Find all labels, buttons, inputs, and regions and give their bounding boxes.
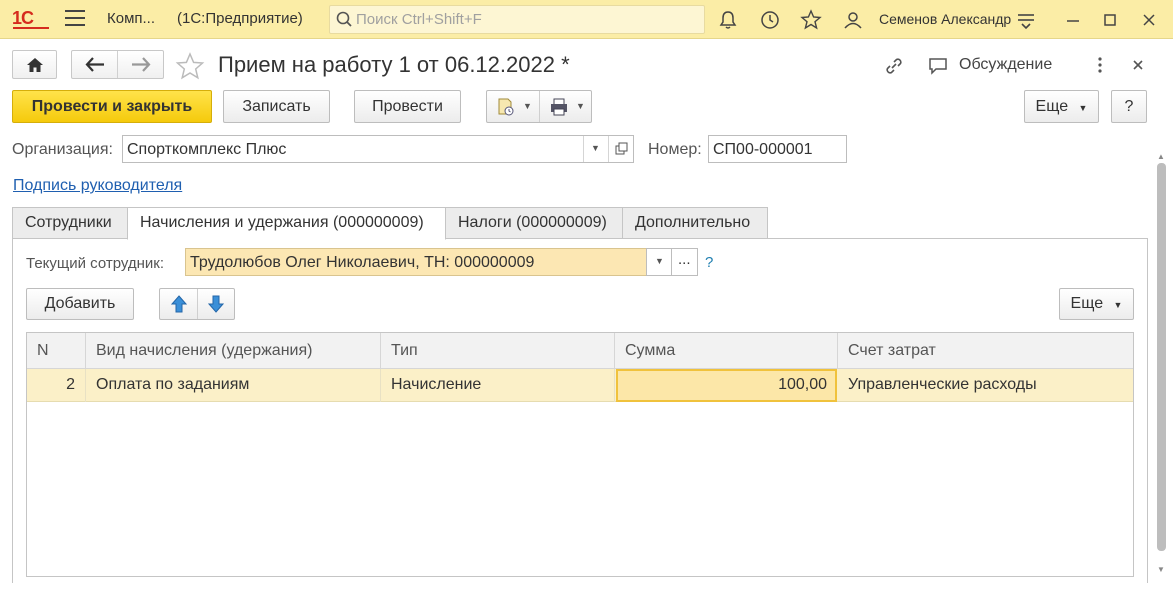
dropdown-arrow-icon: ▼ [1078,103,1088,113]
vertical-scrollbar[interactable] [1157,163,1166,551]
cell-n[interactable]: 2 [27,369,86,402]
scroll-down-arrow[interactable]: ▼ [1157,565,1165,574]
more-vertical-icon[interactable] [1092,56,1108,74]
app-name: Комп... [107,10,156,27]
cell-account[interactable]: Управленческие расходы [838,369,1133,402]
help-link[interactable]: ? [705,254,713,271]
arrow-down-icon [208,295,224,313]
organization-dropdown-button[interactable]: ▼ [583,136,607,162]
printer-icon [551,98,567,116]
number-field[interactable]: СП00-000001 [708,135,847,163]
post-button[interactable]: Провести [354,90,461,123]
current-employee-value: Трудолюбов Олег Николаевич, ТН: 00000000… [190,254,535,271]
signature-link[interactable]: Подпись руководителя [13,177,182,195]
employee-dropdown-button[interactable]: ▼ [646,248,672,276]
bell-icon[interactable] [717,9,739,31]
dropdown-arrow-icon: ▼ [523,101,532,111]
tab-employees[interactable]: Сотрудники [12,207,128,239]
dropdown-arrow-icon: ▼ [655,256,664,266]
move-buttons-group [159,288,235,320]
column-header-n[interactable]: N [27,333,86,369]
favorite-star-icon[interactable] [175,52,205,80]
add-button[interactable]: Добавить [26,288,134,320]
arrow-right-icon [132,57,151,72]
arrow-up-icon [171,295,187,313]
organization-field[interactable]: Спорткомплекс Плюс ▼ [122,135,634,163]
link-icon[interactable] [883,55,905,77]
search-icon [336,11,352,27]
more-button[interactable]: Еще ▼ [1024,90,1099,123]
favorites-icon[interactable] [800,9,822,31]
dropdown-arrow-icon: ▼ [576,101,585,111]
dropdown-arrow-icon: ▼ [591,143,600,153]
top-bar: 1С Комп... (1С:Предприятие) Поиск Ctrl+S… [0,0,1173,39]
maximize-icon[interactable] [1099,9,1121,31]
page-title: Прием на работу 1 от 06.12.2022 * [218,52,570,77]
move-down-button[interactable] [198,289,234,319]
open-icon [615,142,628,155]
discussion-icon[interactable] [927,55,949,77]
cell-type[interactable]: Начисление [381,369,615,402]
menu-icon[interactable] [65,10,85,28]
organization-label: Организация: [12,141,113,158]
number-value: СП00-000001 [713,141,813,158]
cell-kind[interactable]: Оплата по заданиям [86,369,381,402]
search-input[interactable]: Поиск Ctrl+Shift+F [329,5,705,34]
user-name[interactable]: Семенов Александр [879,11,1011,27]
back-button[interactable] [72,51,118,78]
employee-select-button[interactable]: ... [671,248,698,276]
column-header-sum[interactable]: Сумма [615,333,838,369]
nav-back-forward [71,50,164,79]
table-more-label: Еще [1070,295,1104,312]
cell-sum[interactable]: 100,00 [616,369,837,402]
table-row[interactable]: 2 Оплата по заданиям Начисление 100,00 У… [27,369,1133,402]
app-logo[interactable]: 1С [12,8,34,29]
attachments-print-group: ▼ ▼ [486,90,592,123]
tab-taxes[interactable]: Налоги (000000009) [445,207,623,239]
home-button[interactable] [12,50,57,79]
move-up-button[interactable] [160,289,198,319]
app-subtitle: (1С:Предприятие) [177,10,303,27]
table-header: N Вид начисления (удержания) Тип Сумма С… [27,333,1133,369]
help-button[interactable]: ? [1111,90,1147,123]
home-icon [27,58,43,72]
organization-value: Спорткомплекс Плюс [127,141,287,158]
discussion-label[interactable]: Обсуждение [959,56,1052,74]
settings-menu-icon[interactable] [1015,9,1037,31]
users-icon[interactable] [842,9,864,31]
print-button[interactable]: ▼ [541,91,592,122]
current-employee-field[interactable]: Трудолюбов Олег Николаевич, ТН: 00000000… [185,248,647,276]
number-label: Номер: [648,141,702,158]
column-header-kind[interactable]: Вид начисления (удержания) [86,333,381,369]
document-clock-icon [498,98,514,116]
dropdown-arrow-icon: ▼ [1113,300,1123,310]
post-and-close-button[interactable]: Провести и закрыть [12,90,212,123]
current-employee-label: Текущий сотрудник: [26,255,165,272]
column-header-type[interactable]: Тип [381,333,615,369]
search-placeholder: Поиск Ctrl+Shift+F [356,11,482,28]
organization-open-button[interactable] [608,136,633,162]
accruals-table: N Вид начисления (удержания) Тип Сумма С… [26,332,1134,577]
ellipsis-label: ... [678,251,691,268]
save-button[interactable]: Записать [223,90,330,123]
close-form-icon[interactable] [1130,57,1146,73]
forward-button[interactable] [119,51,164,78]
tab-accruals[interactable]: Начисления и удержания (000000009) [127,207,446,240]
column-header-account[interactable]: Счет затрат [838,333,1133,369]
arrow-left-icon [85,57,104,72]
close-window-icon[interactable] [1138,9,1160,31]
table-more-button[interactable]: Еще ▼ [1059,288,1134,320]
tab-additional[interactable]: Дополнительно [622,207,768,239]
more-button-label: Еще [1035,98,1069,115]
minimize-icon[interactable] [1062,9,1084,31]
create-based-on-button[interactable]: ▼ [487,91,540,122]
scroll-up-arrow[interactable]: ▲ [1157,152,1165,161]
history-icon[interactable] [759,9,781,31]
logo-underline [13,27,49,29]
